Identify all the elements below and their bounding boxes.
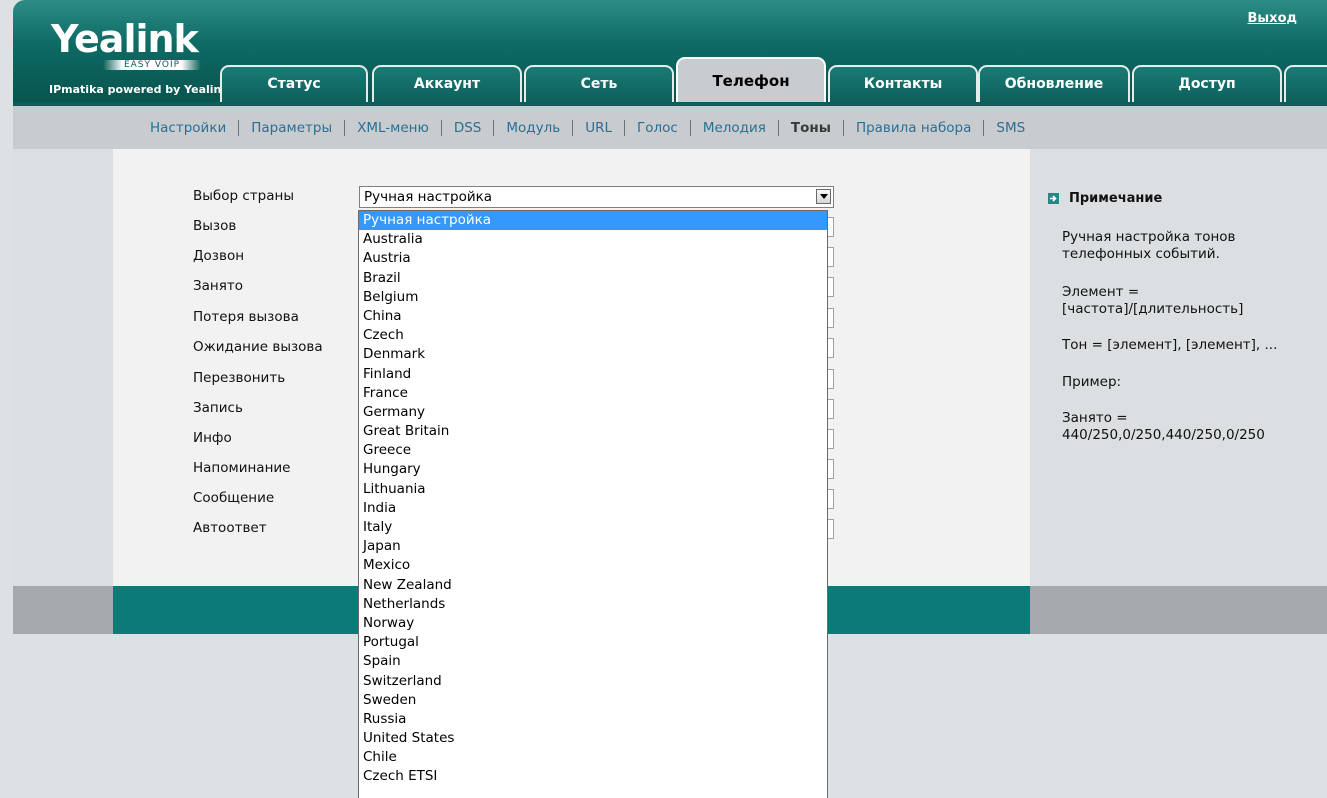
footer-left xyxy=(13,586,113,634)
row-label-message: Сообщение xyxy=(193,490,275,506)
subnav-xml-menu[interactable]: XML-меню xyxy=(357,120,429,136)
subnav-separator xyxy=(344,119,346,136)
dropdown-option[interactable]: Brazil xyxy=(359,269,827,288)
dropdown-option[interactable]: Mexico xyxy=(359,556,827,575)
subnav-ringtone[interactable]: Мелодия xyxy=(703,120,766,136)
dropdown-option[interactable]: Chile xyxy=(359,748,827,767)
dropdown-option[interactable]: Switzerland xyxy=(359,672,827,691)
logo-subtitle: IPmatika powered by Yealink xyxy=(49,83,229,96)
subnav-url[interactable]: URL xyxy=(585,120,612,136)
row-label-reminder: Напоминание xyxy=(193,460,291,476)
dropdown-option[interactable]: China xyxy=(359,307,827,326)
subnav-tones[interactable]: Тоны xyxy=(791,120,831,136)
dropdown-option[interactable]: Ручная настройка xyxy=(359,211,827,231)
tab-contacts[interactable]: Контакты xyxy=(828,65,978,106)
note-panel xyxy=(1030,149,1327,586)
note-heading: Примечание xyxy=(1048,191,1162,206)
subnav-voice[interactable]: Голос xyxy=(637,120,678,136)
note-line: Пример: xyxy=(1062,374,1122,390)
row-label-record: Запись xyxy=(193,400,243,416)
subnav-separator xyxy=(983,119,985,136)
logo-tagline: EASY VOIP xyxy=(103,60,201,70)
row-label-congestion: Потеря вызова xyxy=(193,309,299,325)
dropdown-option[interactable]: Finland xyxy=(359,365,827,384)
tab-overflow[interactable] xyxy=(1284,65,1327,106)
subnav-separator xyxy=(238,119,240,136)
dropdown-option[interactable]: Spain xyxy=(359,652,827,671)
dropdown-option[interactable]: Norway xyxy=(359,614,827,633)
note-line: Ручная настройка тонов телефонных событи… xyxy=(1062,229,1236,262)
sub-navigation: Настройки Параметры XML-меню DSS Модуль … xyxy=(13,106,1327,149)
dropdown-option[interactable]: Netherlands xyxy=(359,595,827,614)
dropdown-option[interactable]: Australia xyxy=(359,230,827,249)
subnav-separator xyxy=(624,119,626,136)
dropdown-option[interactable]: Czech xyxy=(359,326,827,345)
subnav-separator xyxy=(689,119,691,136)
dropdown-option[interactable]: Czech ETSI xyxy=(359,767,827,786)
subnav-dss[interactable]: DSS xyxy=(454,120,482,136)
dropdown-option[interactable]: Austria xyxy=(359,249,827,268)
dropdown-option[interactable]: Italy xyxy=(359,518,827,537)
header-bar: Yealink EASY VOIP IPmatika powered by Ye… xyxy=(13,0,1327,106)
row-label-call: Вызов xyxy=(193,218,237,234)
logout-link[interactable]: Выход xyxy=(1248,11,1297,26)
dropdown-option[interactable]: Germany xyxy=(359,403,827,422)
logo-wordmark: Yealink xyxy=(51,17,199,61)
dropdown-option[interactable]: New Zealand xyxy=(359,576,827,595)
dropdown-option[interactable]: United States xyxy=(359,729,827,748)
dropdown-option[interactable]: India xyxy=(359,499,827,518)
left-margin xyxy=(13,149,113,586)
subnav-separator xyxy=(493,119,495,136)
dropdown-option[interactable]: Japan xyxy=(359,537,827,556)
dropdown-option[interactable]: Denmark xyxy=(359,345,827,364)
row-label-call-waiting: Ожидание вызова xyxy=(193,339,323,355)
row-label-info: Инфо xyxy=(193,430,232,446)
dropdown-option[interactable]: Greece xyxy=(359,441,827,460)
dropdown-option[interactable]: Great Britain xyxy=(359,422,827,441)
tab-upgrade[interactable]: Обновление xyxy=(978,65,1130,106)
subnav-dial-plan[interactable]: Правила набора xyxy=(856,120,971,136)
note-line: Элемент = [частота]/[длительность] xyxy=(1062,284,1244,317)
subnav-settings[interactable]: Настройки xyxy=(150,120,226,136)
subnav-preferences[interactable]: Параметры xyxy=(251,120,332,136)
subnav-module[interactable]: Модуль xyxy=(506,120,560,136)
note-title: Примечание xyxy=(1069,191,1163,206)
subnav-separator xyxy=(440,119,442,136)
row-label-autoanswer: Автоответ xyxy=(193,520,267,536)
country-label: Выбор страны xyxy=(193,188,294,204)
subnav-separator xyxy=(842,119,844,136)
dropdown-option[interactable]: Portugal xyxy=(359,633,827,652)
chevron-down-icon[interactable] xyxy=(816,189,831,204)
note-line: Тон = [элемент], [элемент], ... xyxy=(1062,337,1278,353)
footer-right xyxy=(1030,586,1327,634)
tab-network[interactable]: Сеть xyxy=(524,65,674,106)
subnav-separator xyxy=(572,119,574,136)
tab-account[interactable]: Аккаунт xyxy=(372,65,522,106)
dropdown-option[interactable]: France xyxy=(359,384,827,403)
subnav-separator xyxy=(777,119,779,136)
tab-phone[interactable]: Телефон xyxy=(676,57,826,106)
note-line: Занято = 440/250,0/250,440/250,0/250 xyxy=(1062,410,1265,443)
country-select-value: Ручная настройка xyxy=(364,189,493,205)
arrow-right-icon xyxy=(1048,193,1059,204)
row-label-busy: Занято xyxy=(193,278,243,294)
dropdown-option[interactable]: Lithuania xyxy=(359,480,827,499)
country-select[interactable]: Ручная настройка xyxy=(359,186,834,208)
country-dropdown-list[interactable]: Ручная настройка Australia Austria Brazi… xyxy=(358,210,828,798)
yealink-logo: Yealink EASY VOIP IPmatika powered by Ye… xyxy=(49,16,241,102)
dropdown-option[interactable]: Hungary xyxy=(359,460,827,479)
tab-status[interactable]: Статус xyxy=(220,65,368,106)
row-label-callback: Перезвонить xyxy=(193,370,286,386)
dropdown-option[interactable]: Sweden xyxy=(359,691,827,710)
row-label-dial: Дозвон xyxy=(193,248,245,264)
tab-access[interactable]: Доступ xyxy=(1132,65,1282,106)
dropdown-option[interactable]: Russia xyxy=(359,710,827,729)
subnav-sms[interactable]: SMS xyxy=(996,120,1025,136)
dropdown-option[interactable]: Belgium xyxy=(359,288,827,307)
